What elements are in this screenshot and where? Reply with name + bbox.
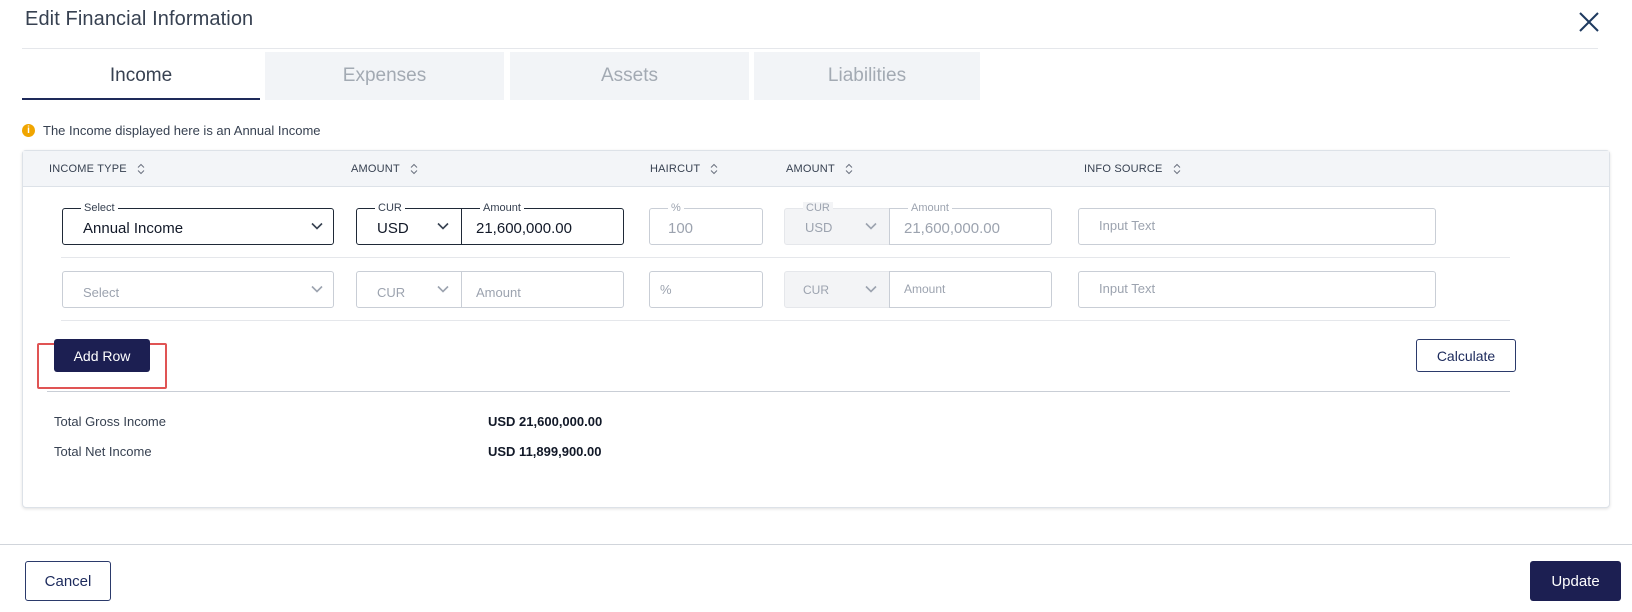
income-table-card: INCOME TYPE AMOUNT HAIRCUT AMOUNT INFO S…	[22, 150, 1610, 508]
total-gross-income-label: Total Gross Income	[54, 414, 166, 429]
total-net-income-label: Total Net Income	[54, 444, 152, 459]
footer-divider	[0, 544, 1632, 545]
field-label: %	[668, 202, 684, 214]
net-amount-value: 21,600,000.00	[904, 220, 1000, 237]
sort-icon[interactable]	[137, 163, 145, 175]
chevron-down-icon	[865, 222, 877, 230]
chevron-down-icon	[865, 285, 877, 293]
column-header-label: AMOUNT	[351, 163, 400, 175]
column-header-label: INCOME TYPE	[49, 163, 127, 175]
sort-icon[interactable]	[1173, 163, 1181, 175]
column-header-amount[interactable]: AMOUNT	[351, 151, 418, 187]
select-placeholder: CUR	[377, 285, 406, 300]
add-row-button[interactable]: Add Row	[54, 339, 150, 372]
input-placeholder: Input Text	[1099, 281, 1156, 296]
field-label: CUR	[375, 202, 405, 214]
select-placeholder: Select	[83, 285, 120, 300]
field-label: CUR	[803, 202, 833, 214]
amount-value: 21,600,000.00	[476, 220, 572, 237]
input-placeholder: Amount	[904, 282, 946, 296]
update-button[interactable]: Update	[1530, 561, 1621, 601]
net-currency-select: CUR USD	[784, 202, 890, 245]
column-header-info-source[interactable]: INFO SOURCE	[1084, 151, 1181, 187]
haircut-value: 100	[668, 220, 694, 237]
input-placeholder: Input Text	[1099, 218, 1156, 233]
select-placeholder: CUR	[803, 283, 829, 297]
field-label: Select	[81, 202, 118, 214]
column-header-haircut[interactable]: HAIRCUT	[650, 151, 718, 187]
total-gross-income-value: USD 21,600,000.00	[488, 414, 603, 429]
annual-income-notice: i The Income displayed here is an Annual…	[22, 120, 321, 140]
table-header: INCOME TYPE AMOUNT HAIRCUT AMOUNT INFO S…	[23, 151, 1609, 187]
total-net-income-value: USD 11,899,900.00	[488, 444, 602, 459]
totals-divider	[47, 391, 1510, 392]
amount-input[interactable]: Amount	[461, 271, 624, 308]
field-label: Amount	[480, 202, 524, 214]
column-header-label: INFO SOURCE	[1084, 163, 1163, 175]
currency-select[interactable]: CUR USD	[356, 202, 462, 245]
chevron-down-icon	[311, 285, 323, 293]
cancel-button[interactable]: Cancel	[25, 561, 111, 601]
sort-icon[interactable]	[845, 163, 853, 175]
sort-icon[interactable]	[710, 163, 718, 175]
income-type-select[interactable]: Select Annual Income	[62, 202, 334, 245]
net-amount-input: Amount 21,600,000.00	[889, 202, 1052, 245]
header-divider	[22, 48, 1598, 49]
calculate-button[interactable]: Calculate	[1416, 339, 1516, 372]
amount-input[interactable]: Amount 21,600,000.00	[461, 202, 624, 245]
notice-text: The Income displayed here is an Annual I…	[43, 122, 321, 138]
dialog-title: Edit Financial Information	[25, 8, 254, 30]
info-source-input[interactable]: Input Text	[1078, 271, 1436, 308]
input-placeholder: %	[660, 282, 672, 297]
net-currency-select: CUR	[784, 271, 890, 308]
column-header-label: HAIRCUT	[650, 163, 701, 175]
net-currency-value: USD	[805, 220, 833, 235]
currency-select[interactable]: CUR	[356, 271, 462, 308]
net-amount-input: Amount	[889, 271, 1052, 308]
sort-icon[interactable]	[410, 163, 418, 175]
chevron-down-icon	[437, 222, 449, 230]
column-header-net-amount[interactable]: AMOUNT	[786, 151, 853, 187]
info-icon: i	[22, 123, 35, 137]
income-type-select[interactable]: Select	[62, 271, 334, 308]
column-header-income-type[interactable]: INCOME TYPE	[49, 151, 145, 187]
haircut-input[interactable]: % 100	[649, 202, 763, 245]
tab-liabilities[interactable]: Liabilities	[754, 52, 980, 100]
row-divider	[61, 257, 1510, 258]
tab-assets[interactable]: Assets	[510, 52, 749, 100]
chevron-down-icon	[311, 222, 323, 230]
tab-income[interactable]: Income	[22, 52, 260, 100]
haircut-input[interactable]: %	[649, 271, 763, 308]
close-icon[interactable]	[1575, 8, 1603, 36]
chevron-down-icon	[437, 285, 449, 293]
field-label: Amount	[908, 202, 952, 214]
input-placeholder: Amount	[476, 285, 521, 300]
column-header-label: AMOUNT	[786, 163, 835, 175]
tab-expenses[interactable]: Expenses	[265, 52, 504, 100]
income-type-value: Annual Income	[83, 220, 184, 237]
info-source-input[interactable]: Input Text	[1078, 208, 1436, 245]
currency-value: USD	[377, 220, 409, 237]
row-divider	[61, 320, 1510, 321]
